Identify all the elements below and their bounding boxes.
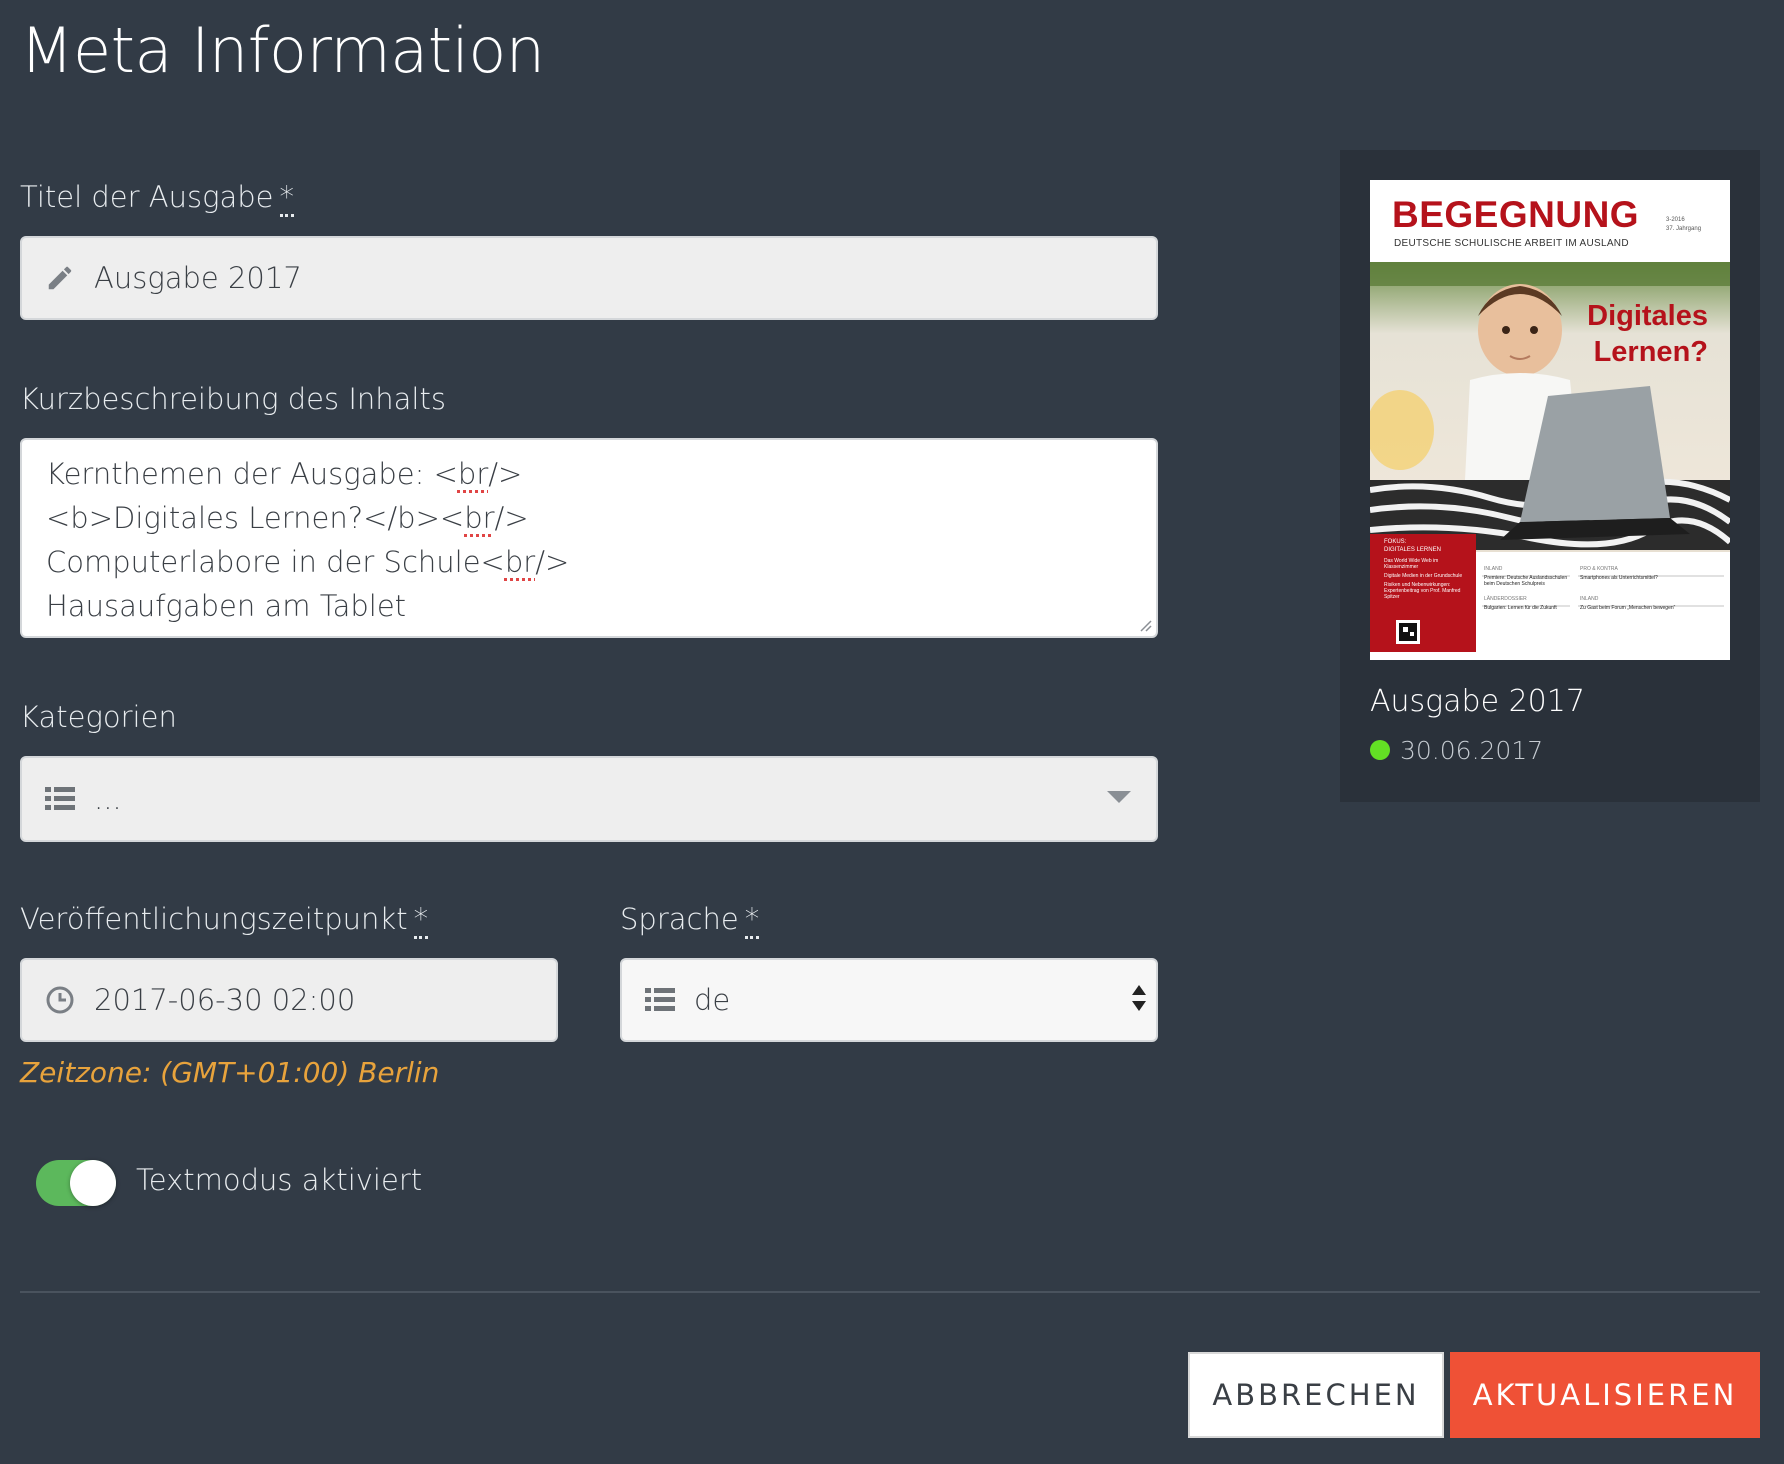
update-button[interactable]: AKTUALISIEREN (1450, 1352, 1760, 1438)
cover-column: LÄNDERDOSSIER Bulgarien: Lernen für die … (1484, 596, 1557, 611)
cover-issue: 3-2016 37. Jahrgang (1666, 217, 1702, 232)
publish-field-label: Veröffentlichungszeitpunkt * (20, 902, 429, 939)
cover-image[interactable]: BEGEGNUNG DEUTSCHE SCHULISCHE ARBEIT IM … (1370, 180, 1730, 660)
categories-select[interactable]: ... (20, 756, 1158, 842)
required-marker: * (279, 180, 295, 217)
cover-headline: Digitales Lernen? (1587, 300, 1708, 368)
spellcheck-mark: br (504, 545, 536, 579)
spellcheck-mark: br (457, 457, 489, 491)
text-mode-toggle-label: Textmodus aktiviert (136, 1163, 423, 1197)
description-line: Hausaufgaben am Tablet (46, 589, 407, 623)
publish-datetime-input[interactable]: 2017-06-30 02:00 (20, 958, 558, 1042)
cover-column: INLAND Premiere: Deutsche Auslandsschule… (1484, 566, 1568, 587)
cover-tagline: DEUTSCHE SCHULISCHE ARBEIT IM AUSLAND (1394, 238, 1629, 249)
language-field-label-text: Sprache (620, 902, 739, 936)
description-line: Computerlabore in der Schule<br/> (46, 545, 570, 579)
cover-focus-box: FOKUS: DIGITALES LERNEN Das World Wide We… (1384, 539, 1463, 600)
title-input[interactable]: Ausgabe 2017 (20, 236, 1158, 320)
categories-field-label: Kategorien (20, 700, 177, 734)
clock-icon (44, 984, 76, 1016)
publish-datetime-value: 2017-06-30 02:00 (94, 983, 356, 1017)
text-mode-toggle[interactable] (36, 1160, 116, 1206)
preview-card[interactable]: BEGEGNUNG DEUTSCHE SCHULISCHE ARBEIT IM … (1340, 150, 1760, 802)
title-input-value: Ausgabe 2017 (94, 261, 302, 295)
description-line: Kernthemen der Ausgabe: <br/> (46, 457, 523, 491)
toggle-knob (70, 1160, 116, 1206)
cover-column: INLAND Zu Gast beim Forum „Menschen bewe… (1580, 596, 1676, 611)
page-title: Meta Information (20, 14, 545, 87)
description-field-label: Kurzbeschreibung des Inhalts (20, 382, 446, 416)
language-select-value: de (694, 983, 731, 1017)
title-field-label-text: Titel der Ausgabe (20, 180, 274, 214)
title-field-label: Titel der Ausgabe * (20, 180, 295, 217)
caret-down-icon (1106, 789, 1132, 809)
pencil-icon (44, 262, 76, 294)
categories-select-value: ... (94, 782, 122, 816)
preview-date: 30.06.2017 (1400, 736, 1544, 765)
preview-title: Ausgabe 2017 (1370, 684, 1585, 719)
timezone-hint: Zeitzone: (GMT+01:00) Berlin (20, 1056, 440, 1089)
language-select[interactable]: de (620, 958, 1158, 1042)
spellcheck-mark: br (464, 501, 495, 535)
sort-icon (1130, 982, 1148, 1018)
status-dot-icon (1370, 740, 1390, 760)
divider (20, 1291, 1760, 1293)
list-icon (644, 984, 676, 1016)
list-icon (44, 783, 76, 815)
description-line: <b>Digitales Lernen?</b><br/> (46, 501, 529, 535)
publish-field-label-text: Veröffentlichungszeitpunkt (20, 902, 408, 936)
resize-handle-icon[interactable] (1136, 616, 1152, 632)
cover-column: PRO & KONTRA Smartphones als Unterrichts… (1580, 566, 1658, 581)
required-marker: * (413, 902, 429, 939)
cover-masthead: BEGEGNUNG (1392, 194, 1640, 235)
description-textarea[interactable]: Kernthemen der Ausgabe: <br/> <b>Digital… (20, 438, 1158, 638)
cancel-button[interactable]: ABBRECHEN (1188, 1352, 1444, 1438)
language-field-label: Sprache * (620, 902, 760, 939)
required-marker: * (744, 902, 760, 939)
